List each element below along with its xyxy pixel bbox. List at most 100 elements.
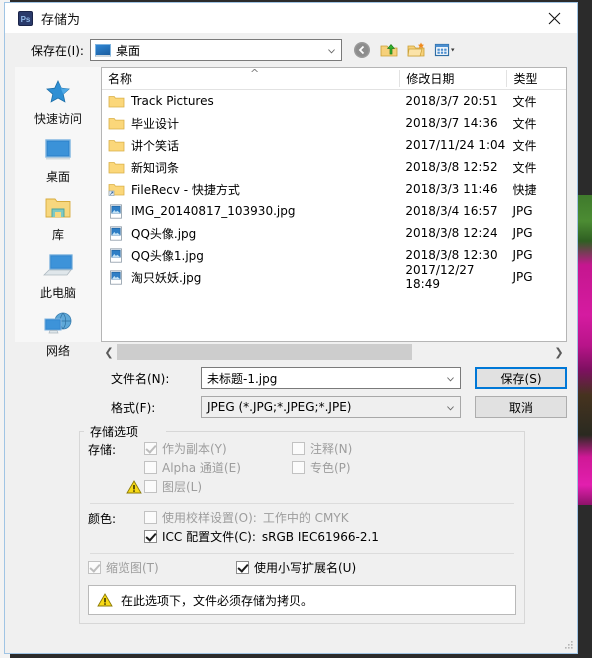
table-row[interactable]: QQ头像.jpg 2018/3/8 12:24 JPG <box>102 222 566 244</box>
checkbox-box <box>88 561 101 574</box>
checkbox-lowercase-extension[interactable]: 使用小写扩展名(U) <box>236 558 356 577</box>
file-name-cell: IMG_20140817_103930.jpg <box>102 203 399 219</box>
filename-value: 未标题-1.jpg <box>207 371 278 386</box>
checkbox-layers[interactable]: 图层(L) <box>126 477 292 496</box>
checkbox-alpha-channels[interactable]: Alpha 通道(E) <box>144 458 292 477</box>
place-library[interactable]: 库 <box>15 191 101 243</box>
file-date-cell: 2018/3/8 12:52 <box>405 160 498 174</box>
warning-icon <box>126 479 142 493</box>
filename-label: 文件名(N): <box>111 371 170 386</box>
save-options-title: 存储选项 <box>86 423 143 440</box>
filename-row: 文件名(N): 未标题-1.jpg 保存(S) <box>15 367 567 389</box>
checkbox-box <box>144 480 157 493</box>
layers-warning-wrap <box>126 479 144 494</box>
place-desktop[interactable]: 桌面 <box>15 133 101 185</box>
image-file-icon <box>108 247 125 263</box>
checkbox-label: 图层(L) <box>162 480 203 494</box>
save-section: 存储: 作为副本(Y) Alpha 通道(E) 图层(L) 注释(N) 专色(P… <box>88 439 516 496</box>
file-list-header: 名称 ^ 修改日期 类型 <box>102 68 566 90</box>
place-label: 桌面 <box>45 170 70 184</box>
file-list-rows: Track Pictures 2018/3/7 20:51 文件 毕业设计 2018/3… <box>102 90 566 341</box>
file-date-cell: 2017/12/27 18:49 <box>405 263 475 291</box>
file-name-cell: 讲个笑话 <box>102 137 399 154</box>
file-type-cell: JPG <box>512 204 533 218</box>
color-caption: 颜色: <box>88 512 117 526</box>
resize-grip-icon[interactable] <box>564 640 574 650</box>
chevron-right-icon[interactable]: ❯ <box>551 344 567 360</box>
image-file-icon <box>108 203 125 219</box>
view-menu-button[interactable] <box>433 40 455 60</box>
back-button[interactable] <box>352 40 372 60</box>
file-type-cell: 快捷 <box>512 182 537 197</box>
hscroll-track[interactable] <box>117 344 551 360</box>
format-dropdown[interactable]: JPEG (*.JPG;*.JPEG;*.JPE) <box>201 396 462 418</box>
file-fields: 文件名(N): 未标题-1.jpg 保存(S) 格式(F): JPEG (*.J… <box>5 360 577 425</box>
table-row[interactable]: FileRecv - 快捷方式 2018/3/3 11:46 快捷 <box>102 178 566 200</box>
location-dropdown[interactable]: 桌面 <box>89 39 342 61</box>
save-checkbox-columns: 作为副本(Y) Alpha 通道(E) 图层(L) 注释(N) 专色(P) <box>126 439 516 496</box>
place-this-pc[interactable]: 此电脑 <box>15 249 101 301</box>
file-date-cell: 2018/3/8 12:30 <box>405 248 498 262</box>
save-button[interactable]: 保存(S) <box>475 367 567 389</box>
back-arrow-icon <box>353 42 370 58</box>
this-pc-icon <box>15 249 101 283</box>
checkbox-box <box>292 461 305 474</box>
chevron-left-icon[interactable]: ❮ <box>101 344 117 360</box>
place-quick-access[interactable]: 快速访问 <box>15 75 101 127</box>
save-caption: 存储: <box>88 443 117 457</box>
location-value: 桌面 <box>115 43 140 58</box>
checkbox-icc-profile[interactable]: ICC 配置文件(C): sRGB IEC61966-2.1 <box>144 527 516 546</box>
close-button[interactable] <box>532 3 577 33</box>
checkbox-label: 使用校样设置(O): <box>162 511 257 525</box>
table-row[interactable]: 新知词条 2018/3/8 12:52 文件 <box>102 156 566 178</box>
network-icon <box>15 307 101 341</box>
new-folder-button[interactable] <box>406 40 426 60</box>
file-name-text: 讲个笑话 <box>131 138 180 153</box>
library-folder-icon <box>15 191 101 225</box>
table-row[interactable]: 讲个笑话 2017/11/24 1:04 文件 <box>102 134 566 156</box>
table-row[interactable]: 淘只妖妖.jpg 2017/12/27 18:49 JPG <box>102 263 566 291</box>
file-name-text: 淘只妖妖.jpg <box>131 270 202 285</box>
desktop-icon <box>15 133 101 167</box>
column-header-type[interactable]: 类型 <box>506 70 566 87</box>
cancel-button[interactable]: 取消 <box>475 396 567 418</box>
location-toolbar: 保存在(I): 桌面 <box>5 33 577 67</box>
color-checkboxes: 使用校样设置(O): 工作中的 CMYK ICC 配置文件(C): sRGB I… <box>144 508 516 546</box>
file-name-cell: 新知词条 <box>102 159 399 176</box>
folder-up-icon <box>380 43 398 57</box>
file-name-text: 毕业设计 <box>131 116 180 131</box>
close-icon <box>548 12 561 24</box>
format-label-wrap: 格式(F): <box>15 399 201 416</box>
divider-1 <box>90 503 514 504</box>
checkbox-label: ICC 配置文件(C): <box>162 530 256 544</box>
checkbox-use-proof-setup[interactable]: 使用校样设置(O): 工作中的 CMYK <box>144 508 516 527</box>
hscroll-thumb[interactable] <box>117 344 413 360</box>
checkbox-as-copy[interactable]: 作为副本(Y) <box>144 439 292 458</box>
checkbox-label: 使用小写扩展名(U) <box>254 561 357 575</box>
filename-input[interactable]: 未标题-1.jpg <box>201 367 462 389</box>
navigation-buttons <box>352 40 455 60</box>
file-name-text: FileRecv - 快捷方式 <box>131 182 240 197</box>
format-value: JPEG (*.JPG;*.JPEG;*.JPE) <box>207 400 352 414</box>
column-label: 修改日期 <box>406 72 455 86</box>
checkbox-spot-colors[interactable]: 专色(P) <box>292 458 440 477</box>
color-section: 颜色: 使用校样设置(O): 工作中的 CMYK ICC 配置文件(C): sR… <box>88 508 516 546</box>
image-file-icon <box>108 225 125 241</box>
table-row[interactable]: IMG_20140817_103930.jpg 2018/3/4 16:57 JPG <box>102 200 566 222</box>
checkbox-box <box>144 511 157 524</box>
filename-label-wrap: 文件名(N): <box>15 370 201 387</box>
file-name-text: 新知词条 <box>131 160 180 175</box>
table-row[interactable]: Track Pictures 2018/3/7 20:51 文件 <box>102 90 566 112</box>
column-header-name[interactable]: 名称 ^ <box>102 68 399 87</box>
checkbox-label: 专色(P) <box>310 461 351 475</box>
checkbox-label: Alpha 通道(E) <box>162 461 241 475</box>
table-row[interactable]: 毕业设计 2018/3/7 14:36 文件 <box>102 112 566 134</box>
up-one-level-button[interactable] <box>379 40 399 60</box>
place-network[interactable]: 网络 <box>15 307 101 359</box>
view-grid-icon <box>434 43 455 57</box>
checkbox-thumbnail[interactable]: 缩览图(T) <box>88 558 236 577</box>
file-date-cell: 2018/3/7 20:51 <box>405 94 498 108</box>
column-header-date[interactable]: 修改日期 <box>399 70 506 87</box>
checkbox-annotations[interactable]: 注释(N) <box>292 439 440 458</box>
file-list-hscrollbar[interactable]: ❮ ❯ <box>101 344 567 360</box>
